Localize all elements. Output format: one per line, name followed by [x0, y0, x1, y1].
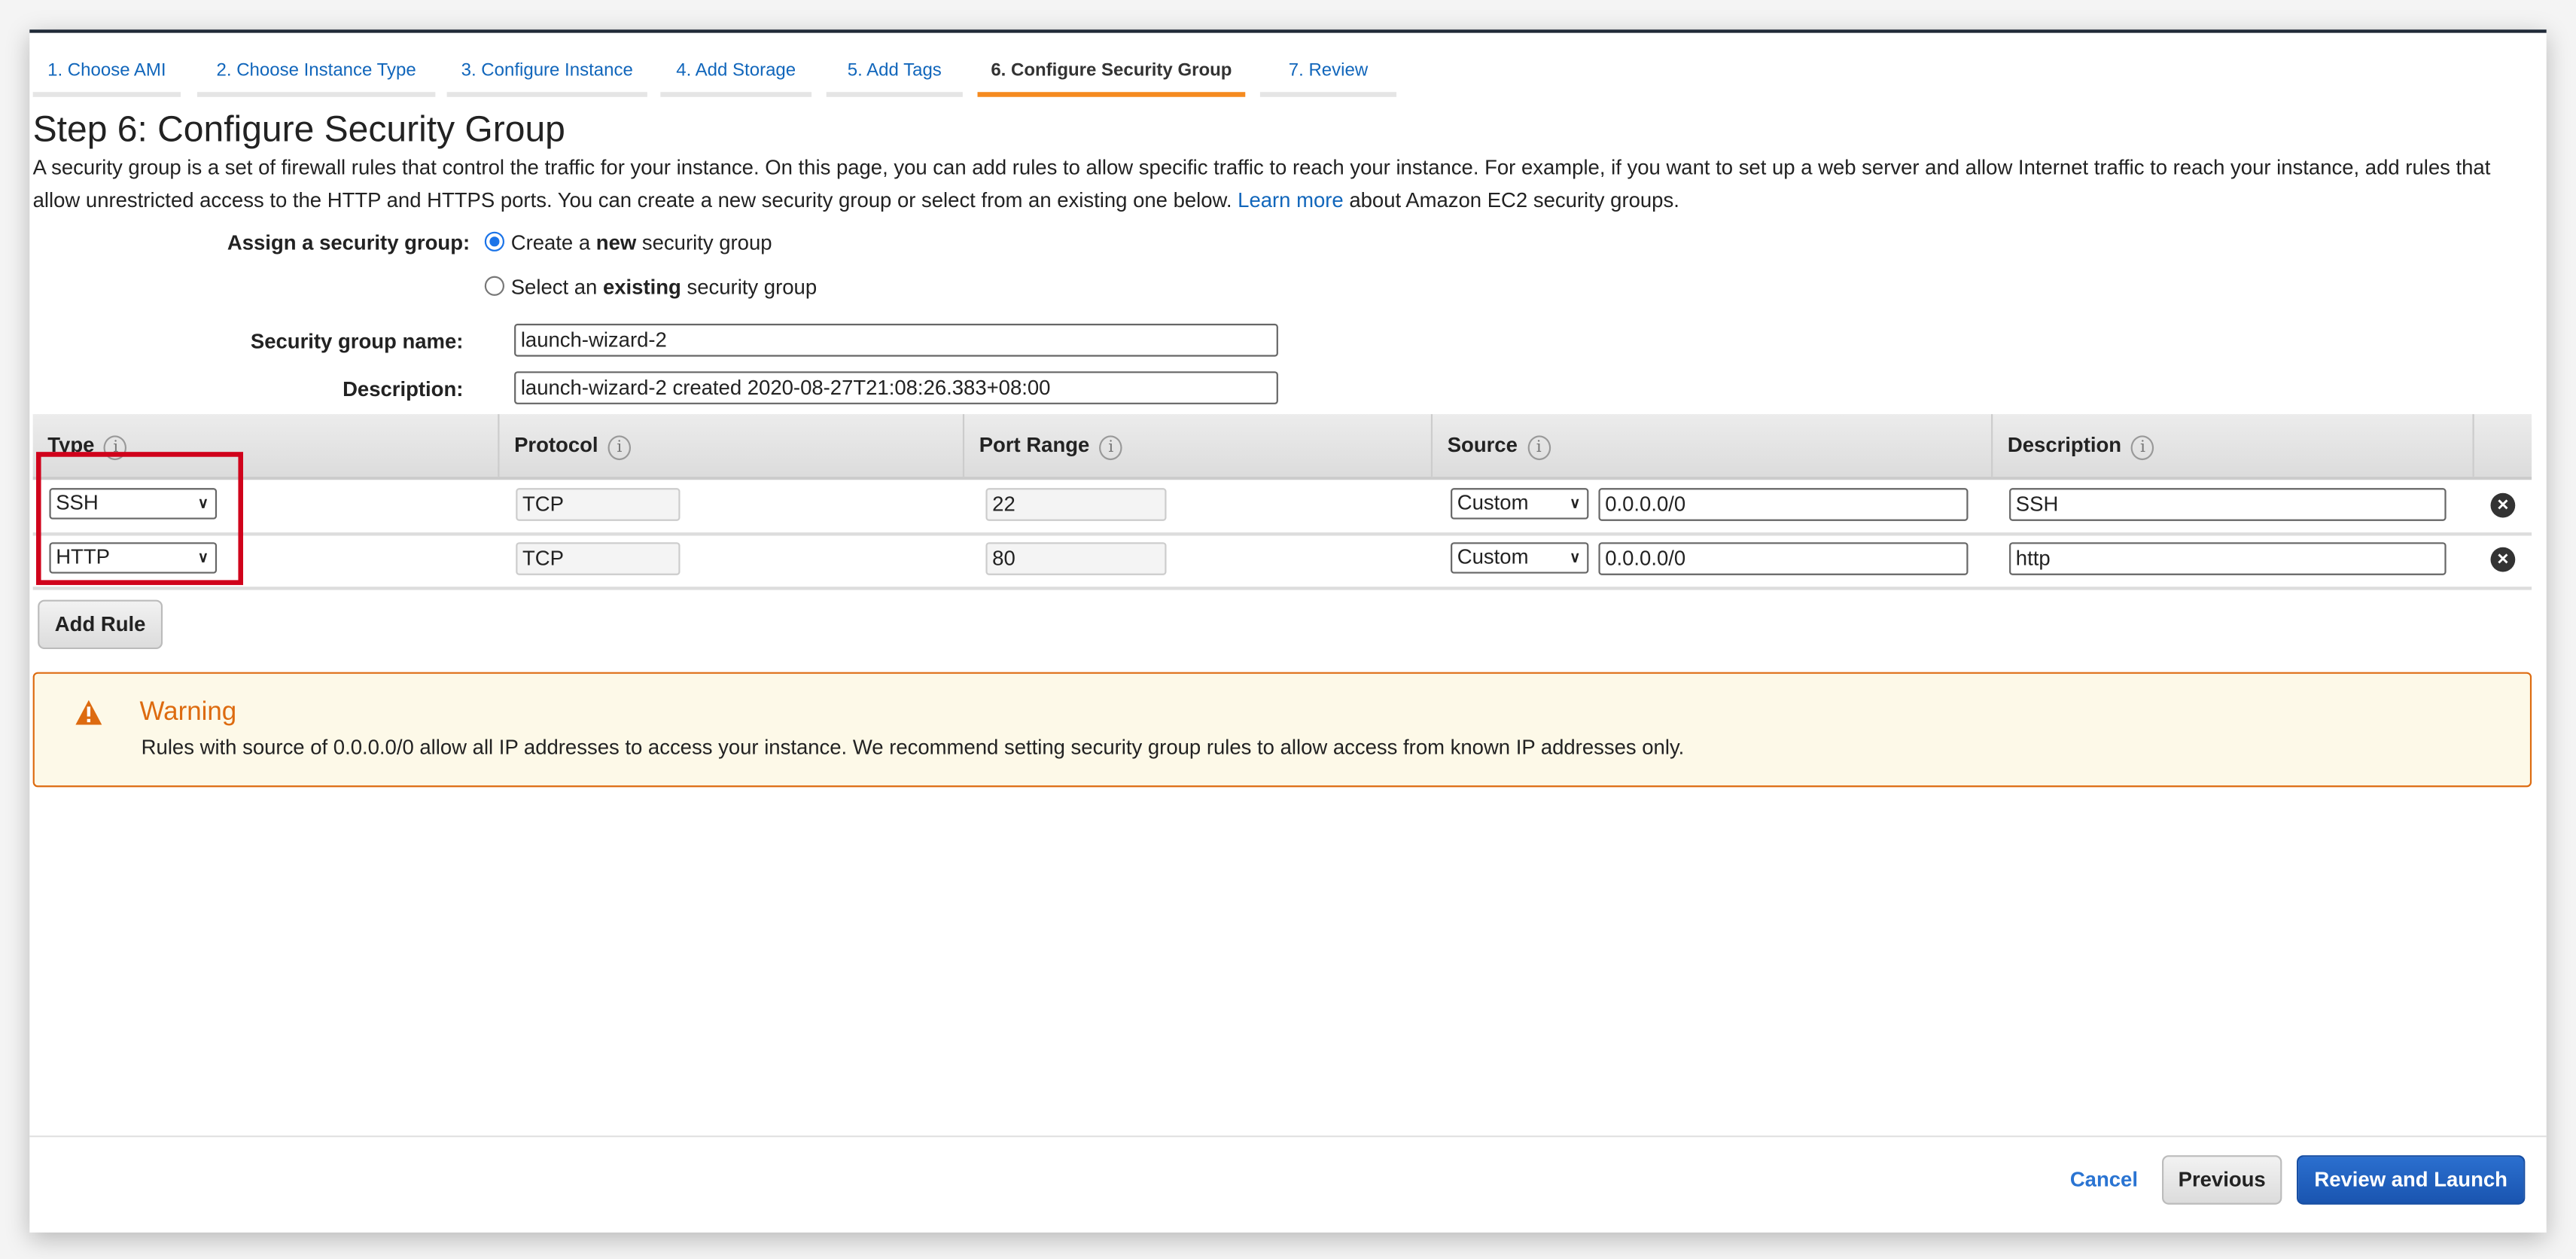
- tab-review[interactable]: 7. Review: [1259, 56, 1397, 97]
- tab-configure-instance[interactable]: 3. Configure Instance: [446, 56, 647, 97]
- select-existing-label[interactable]: Select an existing security group: [511, 276, 817, 300]
- source-input[interactable]: 0.0.0.0/0: [1598, 488, 1969, 521]
- rule-description-input[interactable]: SSH: [2009, 488, 2447, 521]
- launch-wizard-window: 1. Choose AMI 2. Choose Instance Type 3.…: [29, 29, 2547, 1233]
- delete-rule-icon[interactable]: ×: [2490, 547, 2516, 572]
- table-row: SSH ∨ TCP 22 Custom ∨ 0.0.0.0/0 SSH ×: [32, 480, 2532, 536]
- header-protocol: Protocol i: [498, 413, 963, 477]
- add-rule-button[interactable]: Add Rule: [38, 599, 163, 650]
- info-icon[interactable]: i: [1099, 435, 1122, 461]
- tab-choose-instance-type[interactable]: 2. Choose Instance Type: [196, 56, 436, 97]
- rule-description-input[interactable]: http: [2009, 542, 2447, 575]
- page-title: Step 6: Configure Security Group: [32, 108, 565, 150]
- review-and-launch-button[interactable]: Review and Launch: [2296, 1155, 2526, 1205]
- tab-add-storage[interactable]: 4. Add Storage: [660, 56, 812, 97]
- warning-alert: Warning Rules with source of 0.0.0.0/0 a…: [32, 672, 2532, 788]
- source-type-select[interactable]: Custom ∨: [1451, 542, 1589, 574]
- warning-text: Rules with source of 0.0.0.0/0 allow all…: [141, 736, 1685, 760]
- learn-more-link[interactable]: Learn more: [1238, 189, 1344, 212]
- highlight-annotation-box: [36, 452, 243, 585]
- port-range-input: 22: [985, 488, 1167, 521]
- header-actions: [2472, 413, 2532, 477]
- warning-title: Warning: [139, 698, 237, 727]
- tab-choose-ami[interactable]: 1. Choose AMI: [32, 56, 181, 97]
- rules-table-header: Type i Protocol i Port Range i Source i Desc…: [32, 413, 2532, 480]
- tab-configure-security-group[interactable]: 6. Configure Security Group: [977, 56, 1246, 97]
- tab-add-tags[interactable]: 5. Add Tags: [826, 56, 963, 97]
- source-type-select[interactable]: Custom ∨: [1451, 488, 1589, 520]
- table-row: HTTP ∨ TCP 80 Custom ∨ 0.0.0.0/0 http ×: [32, 534, 2532, 590]
- security-group-name-input[interactable]: launch-wizard-2: [514, 323, 1278, 357]
- chevron-down-icon: ∨: [1570, 548, 1581, 565]
- header-port-range: Port Range i: [962, 413, 1431, 477]
- info-icon[interactable]: i: [1527, 435, 1551, 461]
- warning-triangle-icon: [75, 700, 102, 725]
- create-new-radio[interactable]: [484, 231, 504, 251]
- info-icon[interactable]: i: [2131, 435, 2154, 461]
- cancel-link[interactable]: Cancel: [2070, 1169, 2138, 1192]
- create-new-label[interactable]: Create a new security group: [511, 232, 772, 255]
- header-source: Source i: [1430, 413, 1991, 477]
- description-label: Description:: [343, 377, 464, 401]
- protocol-input: TCP: [516, 542, 681, 575]
- info-icon[interactable]: i: [607, 435, 632, 461]
- assign-security-group-label: Assign a security group:: [227, 231, 470, 255]
- protocol-input: TCP: [516, 488, 681, 521]
- select-existing-radio[interactable]: [484, 276, 504, 296]
- chevron-down-icon: ∨: [1570, 494, 1581, 511]
- header-description: Description i: [1991, 413, 2472, 477]
- previous-button[interactable]: Previous: [2162, 1155, 2282, 1205]
- page-description: A security group is a set of firewall ru…: [33, 151, 2530, 217]
- delete-rule-icon[interactable]: ×: [2490, 492, 2516, 518]
- security-group-name-label: Security group name:: [250, 330, 464, 354]
- source-input[interactable]: 0.0.0.0/0: [1598, 542, 1969, 575]
- description-tail: about Amazon EC2 security groups.: [1349, 188, 1679, 212]
- port-range-input: 80: [985, 542, 1167, 575]
- footer-divider: [29, 1136, 2547, 1138]
- description-input[interactable]: launch-wizard-2 created 2020-08-27T21:08…: [514, 371, 1278, 404]
